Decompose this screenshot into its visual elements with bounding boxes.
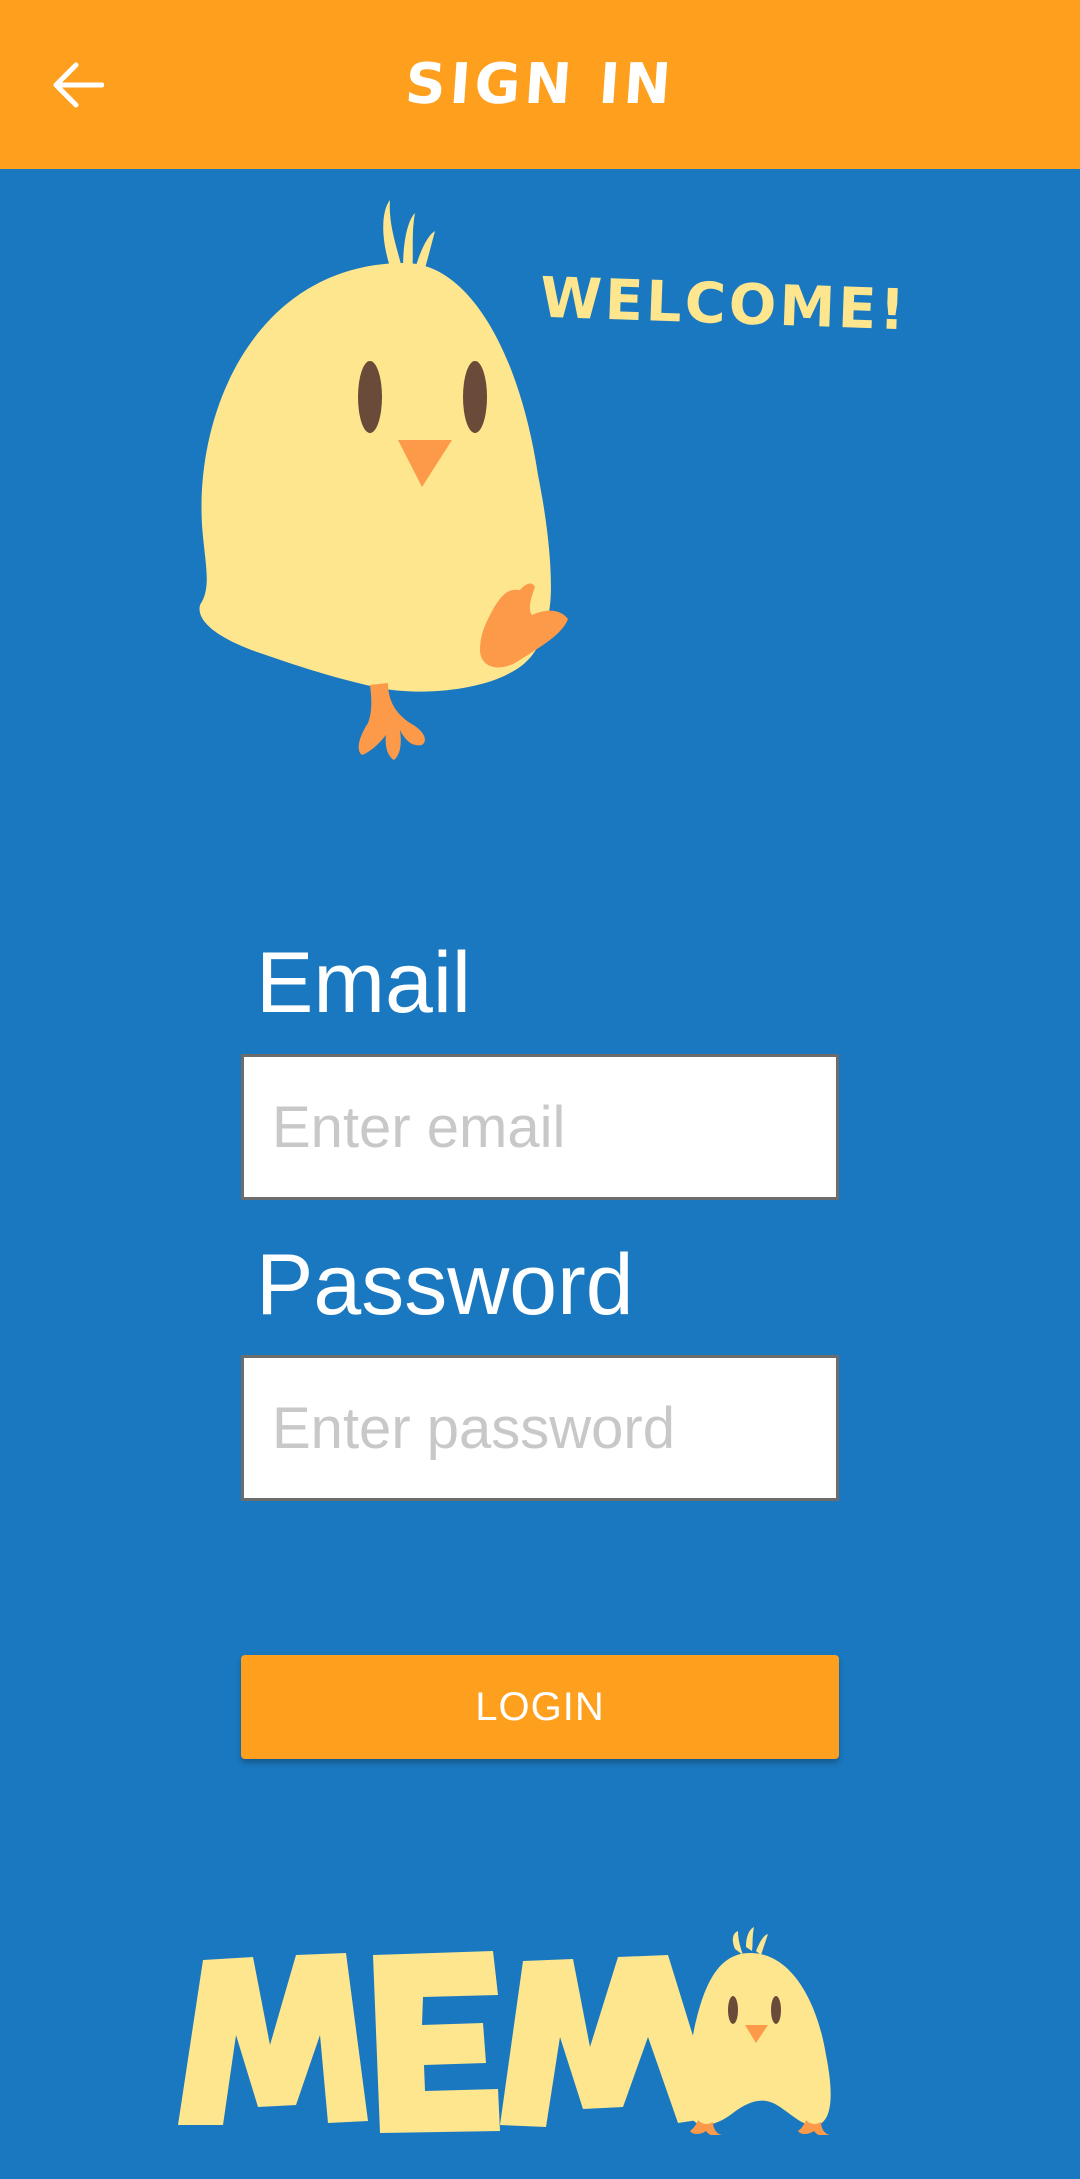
password-field[interactable] [241,1355,839,1501]
welcome-text: WELCOME! [538,265,909,344]
page-title: SIGN IN [403,52,677,117]
login-button[interactable]: LOGIN [241,1655,839,1759]
password-label: Password [256,1237,634,1333]
mema-logo [178,1927,831,2135]
app-bar: SIGN IN [0,0,1080,169]
email-field[interactable] [241,1054,839,1200]
chick-mascot-illustration [199,200,568,760]
email-label: Email [256,935,472,1031]
